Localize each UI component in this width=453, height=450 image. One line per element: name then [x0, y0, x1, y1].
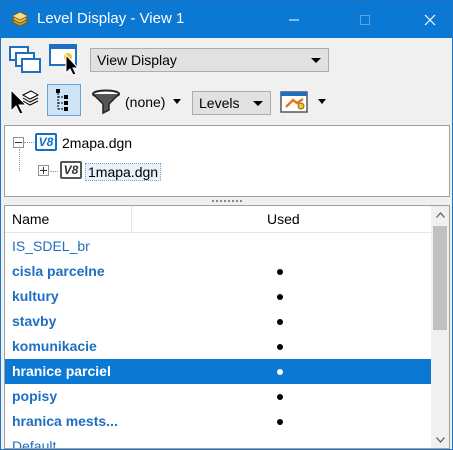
- tree-toggle-icon[interactable]: [47, 84, 81, 116]
- mode-select[interactable]: Levels: [192, 91, 271, 115]
- view-select-icon[interactable]: [48, 43, 82, 77]
- window-title: Level Display - View 1: [37, 10, 185, 27]
- filter-dropdown-icon[interactable]: [173, 99, 181, 104]
- settings-icon[interactable]: [279, 89, 309, 115]
- scroll-up-icon[interactable]: [431, 206, 449, 223]
- column-header-used[interactable]: Used: [267, 211, 300, 227]
- used-indicator-icon: [277, 394, 283, 400]
- minimize-button[interactable]: [271, 1, 317, 38]
- level-row[interactable]: komunikacie: [5, 334, 431, 359]
- level-row[interactable]: hranice parciel: [5, 359, 431, 384]
- filter-icon[interactable]: [91, 89, 121, 115]
- toolbar-row-1: View Display: [1, 39, 452, 81]
- level-name: Default: [12, 438, 57, 449]
- splitter-grip-icon[interactable]: [211, 200, 242, 202]
- pane-splitter[interactable]: [1, 198, 452, 204]
- used-indicator-icon: [277, 419, 283, 425]
- level-name: kultury: [12, 288, 59, 304]
- v8-icon: V8: [60, 161, 82, 179]
- level-name: hranice parciel: [12, 363, 111, 379]
- level-row[interactable]: hranica mests...: [5, 409, 431, 434]
- level-row[interactable]: IS_SDEL_br: [5, 234, 431, 259]
- used-indicator-icon: [277, 269, 283, 275]
- level-name: popisy: [12, 388, 58, 404]
- level-row[interactable]: popisy: [5, 384, 431, 409]
- level-row[interactable]: stavby: [5, 309, 431, 334]
- level-name: komunikacie: [12, 338, 97, 354]
- chevron-down-icon: [311, 58, 321, 63]
- level-list: Name Used IS_SDEL_brcisla parcelne kultur…: [4, 205, 450, 449]
- toolbar-row-2: (none) Levels: [1, 81, 452, 121]
- used-indicator-icon: [277, 369, 283, 375]
- view-display-select[interactable]: View Display: [90, 48, 329, 72]
- mode-select-value: Levels: [199, 95, 240, 111]
- element-select-icon[interactable]: [9, 87, 39, 115]
- list-header: Name Used: [5, 206, 431, 233]
- vertical-scrollbar[interactable]: [431, 206, 449, 448]
- tree-item-child[interactable]: 1mapa.dgn: [85, 163, 162, 181]
- level-display-window: Level Display - View 1 View Display (non…: [0, 0, 453, 450]
- view-display-value: View Display: [97, 52, 177, 68]
- level-row[interactable]: Default: [5, 434, 431, 449]
- level-row[interactable]: kultury: [5, 284, 431, 309]
- used-indicator-icon: [277, 294, 283, 300]
- scrollbar-thumb[interactable]: [433, 226, 447, 330]
- level-row[interactable]: cisla parcelne: [5, 259, 431, 284]
- file-tree: V8 2mapa.dgn V8 1mapa.dgn: [4, 125, 450, 197]
- collapse-icon[interactable]: [13, 137, 24, 148]
- level-name: cisla parcelne: [12, 263, 105, 279]
- level-name: hranica mests...: [12, 413, 118, 429]
- settings-dropdown-icon[interactable]: [318, 99, 326, 104]
- v8-icon: V8: [35, 133, 57, 151]
- level-stack-icon: [10, 10, 30, 28]
- filter-value[interactable]: (none): [125, 94, 165, 110]
- level-name: stavby: [12, 313, 57, 329]
- column-header-name[interactable]: Name: [12, 211, 49, 227]
- used-indicator-icon: [277, 319, 283, 325]
- expand-icon[interactable]: [38, 165, 49, 176]
- column-divider[interactable]: [131, 206, 132, 232]
- scroll-down-icon[interactable]: [431, 431, 449, 448]
- maximize-button[interactable]: [342, 1, 388, 38]
- used-indicator-icon: [277, 344, 283, 350]
- title-bar[interactable]: Level Display - View 1: [1, 1, 452, 38]
- tree-item-root[interactable]: 2mapa.dgn: [62, 135, 132, 151]
- chevron-down-icon: [253, 101, 263, 106]
- close-button[interactable]: [407, 1, 453, 38]
- view-group-icon[interactable]: [9, 44, 41, 74]
- level-name: IS_SDEL_br: [12, 238, 90, 254]
